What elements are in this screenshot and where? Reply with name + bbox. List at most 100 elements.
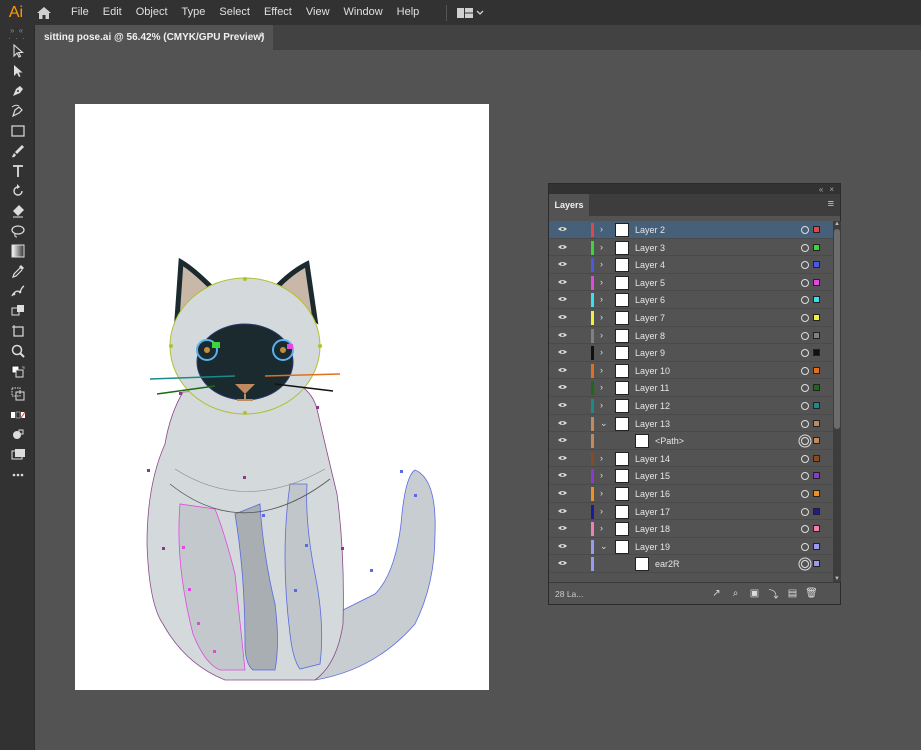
layer-row[interactable]: › Layer 18	[549, 520, 833, 538]
rotate-tool-icon[interactable]	[0, 181, 35, 201]
visibility-eye-icon[interactable]	[558, 296, 567, 302]
visibility-eye-icon[interactable]	[558, 525, 567, 531]
selection-indicator[interactable]	[813, 401, 820, 409]
visibility-eye-icon[interactable]	[558, 261, 567, 267]
chevron-right-icon[interactable]: ›	[600, 400, 603, 410]
selection-indicator[interactable]	[813, 384, 820, 392]
fill-stroke-indicator-icon[interactable]	[0, 383, 35, 405]
visibility-eye-icon[interactable]	[558, 332, 567, 338]
visibility-eye-icon[interactable]	[558, 508, 567, 514]
layer-row[interactable]: › Layer 4	[549, 256, 833, 274]
visibility-eye-icon[interactable]	[558, 402, 567, 408]
chevron-right-icon[interactable]: ›	[600, 523, 603, 533]
zoom-tool-icon[interactable]	[0, 341, 35, 361]
layer-name[interactable]: ear2R	[655, 559, 680, 569]
target-icon[interactable]	[801, 472, 809, 481]
delete-icon[interactable]: 🗑	[805, 587, 818, 600]
layer-name[interactable]: Layer 2	[635, 225, 665, 235]
visibility-eye-icon[interactable]	[558, 349, 567, 355]
menu-type[interactable]: Type	[175, 0, 213, 25]
document-tab[interactable]: sitting pose.ai @ 56.42% (CMYK/GPU Previ…	[35, 25, 273, 50]
chevron-right-icon[interactable]: ›	[600, 277, 603, 287]
export-icon[interactable]: ↗	[710, 587, 723, 600]
layer-row[interactable]: › Layer 14	[549, 450, 833, 468]
visibility-eye-icon[interactable]	[558, 455, 567, 461]
selection-indicator[interactable]	[813, 489, 820, 497]
layer-row[interactable]: › Layer 9	[549, 344, 833, 362]
selection-indicator[interactable]	[813, 542, 820, 550]
visibility-eye-icon[interactable]	[558, 543, 567, 549]
chevron-right-icon[interactable]: ›	[600, 453, 603, 463]
visibility-eye-icon[interactable]	[558, 420, 567, 426]
create-sublayer-icon[interactable]: ⤵	[767, 587, 780, 601]
locate-object-icon[interactable]: ⌕	[729, 587, 742, 600]
target-icon[interactable]	[801, 507, 809, 516]
chevron-right-icon[interactable]: ›	[600, 259, 603, 269]
visibility-eye-icon[interactable]	[558, 472, 567, 478]
visibility-eye-icon[interactable]	[558, 279, 567, 285]
chevron-right-icon[interactable]: ›	[600, 488, 603, 498]
selection-indicator[interactable]	[813, 437, 820, 445]
target-icon[interactable]	[801, 384, 809, 393]
make-clipping-mask-icon[interactable]: ▣	[748, 587, 761, 600]
layer-name[interactable]: Layer 17	[635, 507, 670, 517]
workspace-icon[interactable]	[457, 7, 485, 19]
target-icon[interactable]	[801, 243, 809, 252]
visibility-eye-icon[interactable]	[558, 244, 567, 250]
selection-indicator[interactable]	[813, 261, 820, 269]
eyedropper-tool-icon[interactable]	[0, 261, 35, 281]
selection-indicator[interactable]	[813, 507, 820, 515]
eraser-tool-icon[interactable]	[0, 201, 35, 221]
menu-file[interactable]: File	[64, 0, 96, 25]
target-icon[interactable]	[801, 261, 809, 270]
paintbrush-tool-icon[interactable]	[0, 141, 35, 161]
selection-indicator[interactable]	[813, 243, 820, 251]
direct-selection-tool-icon[interactable]	[0, 61, 35, 81]
visibility-eye-icon[interactable]	[558, 437, 567, 443]
layer-row[interactable]: <Path>	[549, 432, 833, 450]
selection-indicator[interactable]	[813, 454, 820, 462]
layer-row[interactable]: › Layer 11	[549, 379, 833, 397]
layer-row[interactable]: › Layer 16	[549, 485, 833, 503]
target-icon[interactable]	[801, 313, 809, 322]
panel-menu-icon[interactable]: ≡	[828, 198, 834, 210]
chevron-right-icon[interactable]: ›	[600, 470, 603, 480]
selection-indicator[interactable]	[813, 349, 820, 357]
layer-name[interactable]: Layer 14	[635, 454, 670, 464]
panel-titlebar[interactable]: «×	[549, 184, 840, 194]
target-icon[interactable]	[801, 349, 809, 358]
menu-effect[interactable]: Effect	[257, 0, 299, 25]
target-icon[interactable]	[801, 401, 809, 410]
target-icon[interactable]	[801, 454, 809, 463]
fill-stroke-swatch-icon[interactable]	[0, 361, 35, 383]
layer-name[interactable]: <Path>	[655, 436, 684, 446]
selection-indicator[interactable]	[813, 226, 820, 233]
layer-row[interactable]: ear2R	[549, 555, 833, 573]
lasso-tool-icon[interactable]	[0, 221, 35, 241]
target-icon[interactable]	[801, 331, 809, 340]
shape-builder-tool-icon[interactable]	[0, 301, 35, 321]
visibility-eye-icon[interactable]	[558, 367, 567, 373]
visibility-eye-icon[interactable]	[558, 384, 567, 390]
selection-indicator[interactable]	[813, 278, 820, 286]
chevron-right-icon[interactable]: ›	[600, 242, 603, 252]
close-icon[interactable]: ×	[259, 30, 265, 42]
visibility-eye-icon[interactable]	[558, 490, 567, 496]
selection-indicator[interactable]	[813, 296, 820, 304]
scroll-thumb[interactable]	[834, 229, 840, 429]
target-icon[interactable]	[801, 226, 809, 234]
layer-name[interactable]: Layer 9	[635, 348, 665, 358]
layers-scrollbar[interactable]: ▲ ▼	[833, 221, 841, 582]
layer-row[interactable]: › Layer 12	[549, 397, 833, 415]
chevron-down-icon[interactable]: ⌄	[600, 418, 608, 429]
visibility-eye-icon[interactable]	[558, 560, 567, 566]
menu-help[interactable]: Help	[390, 0, 427, 25]
layer-name[interactable]: Layer 16	[635, 489, 670, 499]
visibility-eye-icon[interactable]	[558, 314, 567, 320]
selection-indicator[interactable]	[813, 472, 820, 480]
tab-layers[interactable]: Layers	[549, 194, 589, 216]
selection-indicator[interactable]	[813, 560, 820, 568]
pen-tool-icon[interactable]	[0, 81, 35, 101]
color-mode-icon[interactable]	[0, 405, 35, 425]
draw-mode-icon[interactable]	[0, 425, 35, 445]
